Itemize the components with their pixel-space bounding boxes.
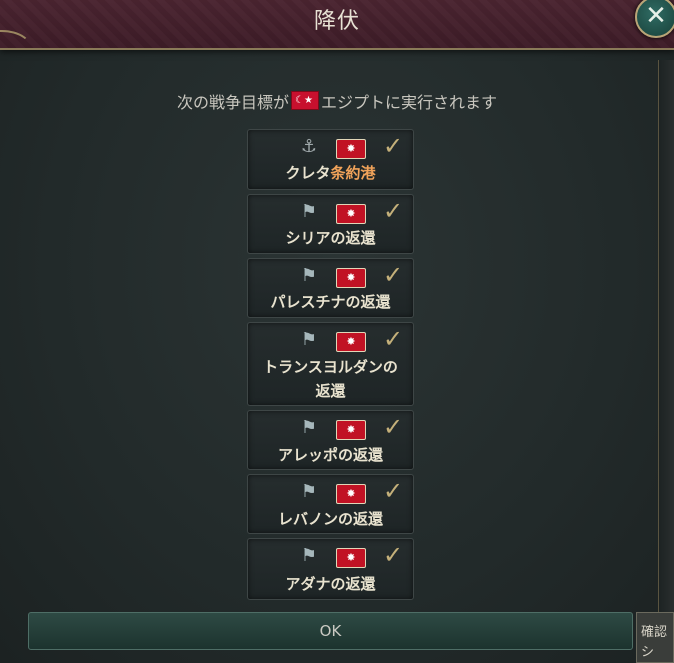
anchor-icon: ⚓ xyxy=(300,136,318,157)
eagle-badge-icon: ✸ xyxy=(336,204,366,224)
close-icon: ✕ xyxy=(645,1,667,31)
subtitle-prefix: 次の戦争目標が xyxy=(176,93,289,112)
eagle-badge-icon: ✸ xyxy=(336,332,366,352)
check-icon: ✓ xyxy=(383,477,404,505)
war-goal-label: アレッポの返還 xyxy=(277,446,383,464)
war-goal-item[interactable]: ⚑ ✸ ✓ トランスヨルダンの 返還 xyxy=(247,322,414,406)
check-icon: ✓ xyxy=(383,413,404,441)
check-icon: ✓ xyxy=(383,197,404,225)
flagpost-icon: ⚑ xyxy=(300,329,318,350)
eagle-badge-icon: ✸ xyxy=(336,420,366,440)
war-goal-item[interactable]: ⚑ ✸ ✓ アレッポの返還 xyxy=(247,410,414,470)
war-goal-item[interactable]: ⚑ ✸ ✓ シリアの返還 xyxy=(247,194,414,254)
check-icon: ✓ xyxy=(383,261,404,289)
war-goal-label: クレタ条約港 xyxy=(250,163,411,184)
eagle-badge-icon: ✸ xyxy=(336,484,366,504)
check-icon: ✓ xyxy=(383,541,404,569)
subtitle-country: エジプト xyxy=(320,93,385,112)
check-icon: ✓ xyxy=(383,325,404,353)
war-goal-label-line2: 返還 xyxy=(315,382,346,400)
war-goal-label-highlight: 条約港 xyxy=(330,164,376,182)
turkey-flag-icon xyxy=(290,91,319,110)
ok-button[interactable]: OK xyxy=(28,612,633,650)
side-panel-tab[interactable]: 確認 シ xyxy=(636,612,674,663)
war-goal-label: シリアの返還 xyxy=(285,229,376,247)
eagle-badge-icon: ✸ xyxy=(336,139,366,159)
dialog-header: 降伏 xyxy=(0,0,674,50)
war-goal-subtitle: 次の戦争目標が エジプトに実行されます xyxy=(0,89,674,113)
war-goal-label: レバノンの返還 xyxy=(277,510,383,528)
flagpost-icon: ⚑ xyxy=(300,417,318,438)
eagle-badge-icon: ✸ xyxy=(336,268,366,288)
war-goal-label-main: クレタ xyxy=(285,164,331,182)
war-goal-item[interactable]: ⚓ ✸ ✓ クレタ条約港 xyxy=(247,129,414,190)
war-goal-label: パレスチナの返還 xyxy=(270,293,391,311)
flagpost-icon: ⚑ xyxy=(300,545,318,566)
flagpost-icon: ⚑ xyxy=(300,201,318,222)
dialog-title: 降伏 xyxy=(313,9,360,34)
subtitle-suffix: に実行されます xyxy=(385,93,498,112)
war-goal-item[interactable]: ⚑ ✸ ✓ レバノンの返還 xyxy=(247,474,414,534)
war-goal-item[interactable]: ⚑ ✸ ✓ パレスチナの返還 xyxy=(247,258,414,318)
close-button[interactable]: ✕ xyxy=(635,0,674,38)
eagle-badge-icon: ✸ xyxy=(336,548,366,568)
war-goal-label: アダナの返還 xyxy=(285,575,376,593)
war-goal-item[interactable]: ⚑ ✸ ✓ アダナの返還 xyxy=(247,538,414,600)
check-icon: ✓ xyxy=(383,132,404,160)
war-goal-label: トランスヨルダンの xyxy=(263,358,398,376)
side-border xyxy=(658,60,674,620)
flagpost-icon: ⚑ xyxy=(300,481,318,502)
flagpost-icon: ⚑ xyxy=(300,265,318,286)
